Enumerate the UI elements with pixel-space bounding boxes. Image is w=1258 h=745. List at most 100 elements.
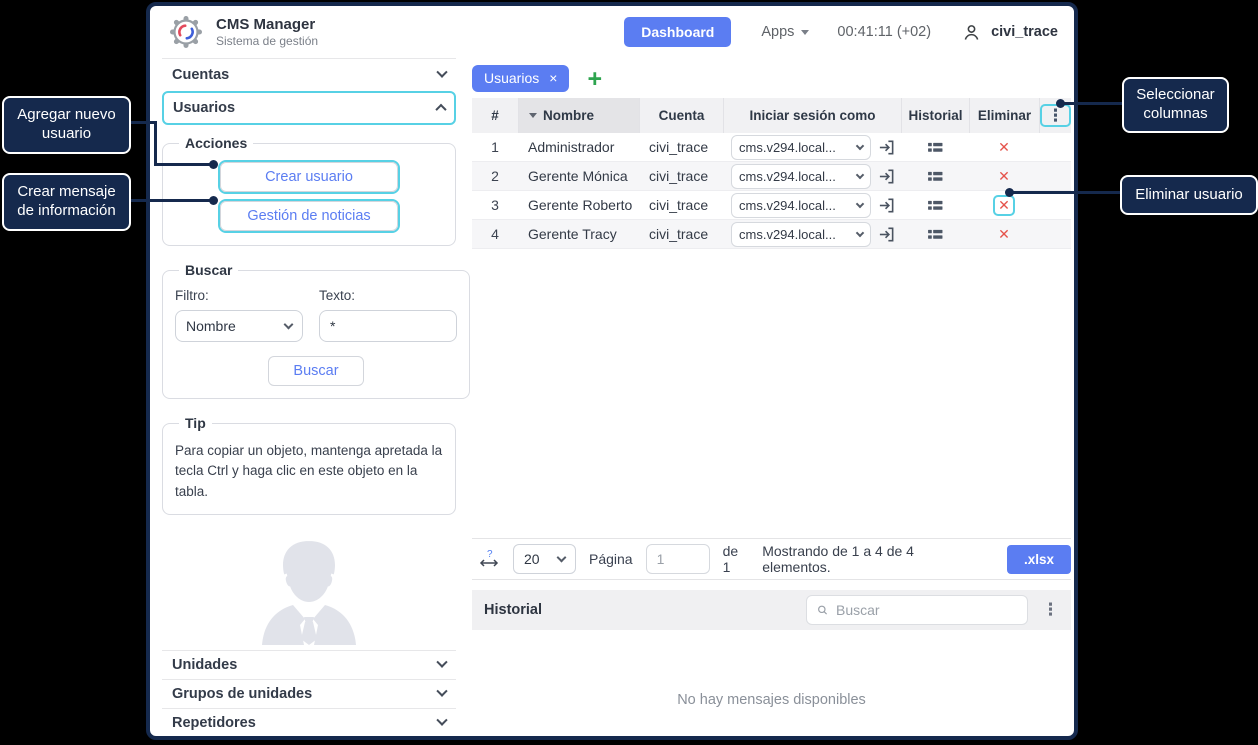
of-label: de 1 (723, 543, 750, 575)
crear-usuario-button[interactable]: Crear usuario (220, 162, 398, 192)
add-tab-button[interactable]: + (587, 69, 602, 89)
apps-menu[interactable]: Apps (761, 24, 809, 40)
app-window: CMS Manager Sistema de gestión Dashboard… (146, 2, 1078, 740)
tip-panel: Tip Para copiar un objeto, mantenga apre… (162, 415, 456, 515)
annotation-dot (1005, 188, 1014, 197)
buscar-button[interactable]: Buscar (268, 356, 363, 386)
historial-search-input[interactable] (836, 602, 1017, 618)
close-icon[interactable]: × (549, 71, 557, 85)
buscar-title: Buscar (179, 262, 238, 278)
buscar-panel: Buscar Filtro: Nombre Texto: (162, 262, 470, 399)
annotation-line (1010, 191, 1120, 194)
login-as-select[interactable]: cms.v294.local... (731, 222, 871, 247)
delete-icon[interactable]: ✕ (995, 168, 1013, 185)
table-row: 1 Administrador civi_trace cms.v294.loca… (472, 133, 1071, 162)
chevron-down-icon (436, 685, 447, 696)
history-icon[interactable] (927, 170, 944, 183)
gestion-noticias-highlight: Gestión de noticias (218, 199, 400, 233)
callout-agregar-nuevo-usuario: Agregar nuevo usuario (2, 96, 131, 154)
svg-text:?: ? (487, 549, 493, 560)
page-input[interactable] (646, 544, 710, 574)
login-icon[interactable] (878, 197, 895, 214)
sidebar-item-usuarios[interactable]: Usuarios (164, 93, 454, 123)
chevron-down-icon (856, 199, 864, 207)
chevron-down-icon (436, 67, 447, 78)
login-icon[interactable] (878, 226, 895, 243)
app-title: CMS Manager (216, 16, 318, 34)
acciones-title: Acciones (179, 135, 253, 151)
cms-logo-icon (166, 12, 206, 52)
column-selector-icon[interactable]: ⋮ (1042, 106, 1069, 125)
user-menu[interactable]: civi_trace (961, 22, 1058, 43)
chevron-down-icon (856, 228, 864, 236)
column-resize-icon[interactable]: ? (478, 548, 500, 570)
clock: 00:41:11 (+02) (837, 24, 931, 40)
col-header-iniciar-sesion[interactable]: Iniciar sesión como (723, 98, 901, 133)
table-row: 3 Gerente Roberto civi_trace cms.v294.lo… (472, 191, 1071, 220)
gestion-noticias-button[interactable]: Gestión de noticias (220, 201, 398, 231)
tip-title: Tip (179, 415, 212, 431)
annotation-dot (209, 160, 218, 169)
login-as-select[interactable]: cms.v294.local... (731, 135, 871, 160)
annotation-line (1062, 102, 1122, 105)
chevron-up-icon (435, 104, 446, 115)
app-subtitle: Sistema de gestión (216, 34, 318, 48)
sidebar-item-unidades[interactable]: Unidades (162, 650, 456, 679)
historial-panel: Historial ⋮ No hay mensajes disponibles (472, 590, 1071, 730)
chevron-down-icon (856, 170, 864, 178)
sidebar-item-grupos-de-unidades[interactable]: Grupos de unidades (162, 679, 456, 708)
sidebar-item-integrations[interactable]: Integrations (162, 737, 456, 740)
historial-search[interactable] (806, 595, 1028, 625)
col-header-eliminar[interactable]: Eliminar (969, 98, 1039, 133)
export-xlsx-button[interactable]: .xlsx (1007, 545, 1071, 574)
annotation-line (154, 163, 214, 166)
col-header-cuenta[interactable]: Cuenta (639, 98, 723, 133)
crear-usuario-highlight: Crear usuario (218, 160, 400, 194)
chevron-down-icon (436, 656, 447, 667)
login-icon[interactable] (878, 139, 895, 156)
historial-options-icon[interactable]: ⋮ (1042, 600, 1059, 620)
historial-empty-message: No hay mensajes disponibles (677, 692, 866, 730)
history-icon[interactable] (927, 199, 944, 212)
chevron-down-icon (284, 320, 294, 330)
user-icon (961, 22, 982, 43)
page-size-select[interactable]: 20 (513, 544, 576, 574)
sidebar-item-repetidores[interactable]: Repetidores (162, 708, 456, 737)
login-as-select[interactable]: cms.v294.local... (731, 193, 871, 218)
pagina-label: Página (589, 551, 633, 567)
col-header-nombre[interactable]: Nombre (518, 98, 639, 133)
col-header-historial[interactable]: Historial (901, 98, 969, 133)
callout-crear-mensaje: Crear mensaje de información (2, 173, 131, 231)
username: civi_trace (991, 24, 1058, 40)
filtro-select[interactable]: Nombre (175, 310, 303, 342)
filtro-label: Filtro: (175, 288, 303, 303)
table-header: # Nombre Cuenta Iniciar sesión como Hist… (472, 98, 1071, 133)
delete-icon[interactable]: ✕ (995, 139, 1013, 156)
history-icon[interactable] (927, 141, 944, 154)
login-icon[interactable] (878, 168, 895, 185)
texto-input[interactable] (319, 310, 457, 342)
tab-usuarios[interactable]: Usuarios × (472, 65, 569, 92)
usuarios-highlight-box: Usuarios (162, 91, 456, 125)
annotation-line (154, 121, 157, 166)
column-selector-highlight: ⋮ (1040, 104, 1071, 127)
delete-icon[interactable]: ✕ (995, 226, 1013, 243)
acciones-panel: Acciones Crear usuario Gestión de notici… (162, 135, 456, 246)
chevron-down-icon (436, 714, 447, 725)
chevron-down-icon (801, 30, 809, 35)
delete-icon[interactable]: ✕ (995, 197, 1013, 214)
annotation-line (131, 199, 215, 202)
callout-eliminar-usuario: Eliminar usuario (1120, 175, 1258, 215)
sort-caret-icon (529, 113, 537, 118)
history-icon[interactable] (927, 228, 944, 241)
delete-highlight: ✕ (993, 195, 1015, 216)
table-row: 4 Gerente Tracy civi_trace cms.v294.loca… (472, 220, 1071, 249)
texto-label: Texto: (319, 288, 457, 303)
login-as-select[interactable]: cms.v294.local... (731, 164, 871, 189)
pagination-summary: Mostrando de 1 a 4 de 4 elementos. (762, 543, 981, 575)
historial-title: Historial (484, 602, 542, 618)
sidebar-item-cuentas[interactable]: Cuentas (162, 58, 456, 91)
dashboard-button[interactable]: Dashboard (624, 17, 731, 47)
col-header-num[interactable]: # (472, 98, 518, 133)
table-row: 2 Gerente Mónica civi_trace cms.v294.loc… (472, 162, 1071, 191)
